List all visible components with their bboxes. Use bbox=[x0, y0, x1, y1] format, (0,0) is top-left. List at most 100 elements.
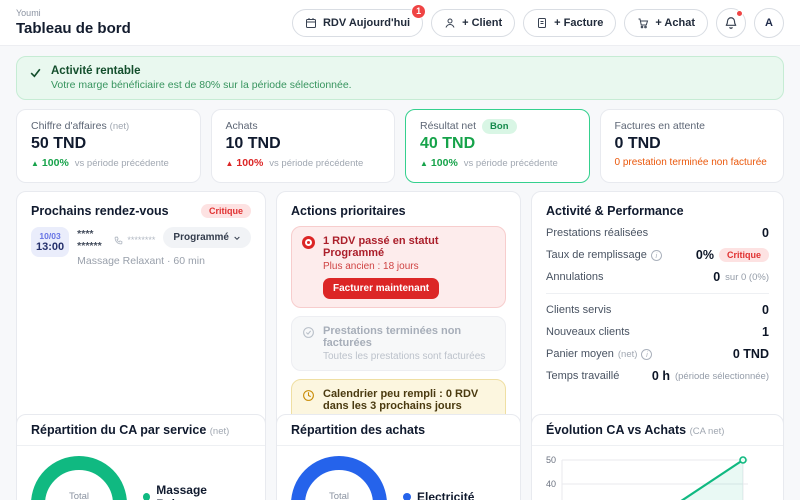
header-actions: RDV Aujourd'hui 1 + Client + Facture + A… bbox=[291, 3, 784, 38]
profit-banner-text: Activité rentable Votre marge bénéficiai… bbox=[51, 65, 352, 91]
appointment-details: Massage Relaxant · 60 min bbox=[77, 255, 205, 267]
kpi-value: 0 TND bbox=[614, 135, 661, 152]
kpi-label: Chiffre d'affaires (net) bbox=[31, 120, 130, 132]
rdv-badge: 1 bbox=[411, 3, 427, 19]
activity-row: Nouveaux clients 1 bbox=[546, 325, 769, 339]
alert-done: Prestations terminées non facturées Tout… bbox=[291, 316, 506, 371]
person-icon bbox=[444, 17, 456, 29]
revenue-legend: Massage Relaxant 90.9% – 45 TND bbox=[143, 483, 251, 500]
activity-row: Clients servis 0 bbox=[546, 303, 769, 317]
header: Youmi Tableau de bord RDV Aujourd'hui 1 … bbox=[0, 0, 800, 46]
appointment-phone-masked: ******** bbox=[127, 235, 156, 245]
kpi-label: Factures en attente bbox=[614, 120, 705, 132]
add-invoice-label: + Facture bbox=[554, 16, 604, 29]
evolution-chart-title: Évolution CA vs Achats (CA net) bbox=[532, 415, 783, 446]
revenue-breakdown-title: Répartition du CA par service (net) bbox=[17, 415, 265, 446]
priority-actions-title: Actions prioritaires bbox=[291, 204, 406, 218]
donut-total-label: Total bbox=[68, 491, 90, 500]
donut-total-label: Total bbox=[328, 491, 350, 500]
kpi-card-purchases: Achats 10 TND 100% vs période précédente bbox=[210, 109, 395, 183]
document-icon bbox=[536, 17, 548, 29]
phone-icon bbox=[114, 236, 123, 245]
calendar-icon bbox=[305, 17, 317, 29]
appointment-status-label: Programmé bbox=[173, 232, 229, 243]
appointment-time: 13:00 bbox=[36, 241, 65, 253]
avatar[interactable]: A bbox=[754, 7, 784, 38]
appointment-client-masked: **** ****** bbox=[77, 228, 102, 252]
check-circle-icon bbox=[302, 326, 315, 339]
activity-row: Temps travaillé 0 h (période sélectionnée… bbox=[546, 369, 769, 383]
legend-dot bbox=[403, 493, 411, 500]
purchases-donut-chart: Total 10 TND bbox=[291, 456, 387, 500]
activity-rows: Prestations réalisées 0 Taux de rempliss… bbox=[546, 222, 769, 387]
appointment-date: 10/03 bbox=[39, 231, 61, 241]
kpi-value: 40 TND bbox=[420, 135, 476, 152]
purchases-breakdown-card: Répartition des achats Total 10 TND Elec… bbox=[276, 414, 521, 500]
kpi-delta-note: vs période précédente bbox=[269, 157, 364, 169]
alert-critical: 1 RDV passé en statut Programmé Plus anc… bbox=[291, 226, 506, 308]
kpi-card-net-result: Résultat netBon 40 TND 100% vs période p… bbox=[405, 109, 590, 183]
kpi-label: Achats bbox=[225, 120, 258, 132]
page-title: Tableau de bord bbox=[16, 20, 131, 37]
appointment-item[interactable]: 10/03 13:00 **** ****** ******** Massage… bbox=[31, 227, 251, 267]
appointment-info: **** ****** ******** Massage Relaxant · … bbox=[77, 227, 205, 267]
add-client-button[interactable]: + Client bbox=[431, 8, 516, 37]
triangle-up-icon bbox=[226, 157, 234, 169]
alert-title: Prestations terminées non facturées bbox=[323, 325, 462, 349]
cart-icon bbox=[637, 17, 649, 29]
appointments-title: Prochains rendez-vous bbox=[31, 204, 169, 218]
avatar-initial: A bbox=[765, 16, 773, 29]
middle-row: Prochains rendez-vous Critique 10/03 13:… bbox=[16, 191, 784, 500]
alert-title: Calendrier peu rempli : 0 RDV dans les 3… bbox=[323, 388, 479, 412]
kpi-note-orange: 0 prestation terminée non facturée bbox=[614, 157, 767, 168]
purchases-legend: Electricité 100% – 10 TND bbox=[403, 490, 492, 500]
appointment-status-dropdown[interactable]: Programmé bbox=[163, 227, 251, 248]
info-icon[interactable] bbox=[650, 249, 662, 261]
chevron-down-icon bbox=[233, 234, 241, 242]
status-badge-bon: Bon bbox=[482, 119, 517, 134]
appointment-datebox: 10/03 13:00 bbox=[31, 227, 70, 257]
dashboard-main: Activité rentable Votre marge bénéficiai… bbox=[0, 46, 800, 500]
bottom-row: Répartition du CA par service (net) Tota… bbox=[16, 414, 784, 500]
notification-dot bbox=[736, 9, 743, 17]
info-icon[interactable] bbox=[641, 348, 653, 360]
activity-row: Prestations réalisées 0 bbox=[546, 226, 769, 240]
critical-badge: Critique bbox=[718, 248, 769, 262]
kpi-value: 10 TND bbox=[225, 135, 281, 152]
record-icon bbox=[302, 236, 315, 249]
kpi-delta: 100% bbox=[420, 157, 458, 169]
banner-title: Activité rentable bbox=[51, 65, 141, 77]
kpi-delta: 100% bbox=[226, 157, 263, 169]
profit-banner: Activité rentable Votre marge bénéficiai… bbox=[16, 56, 784, 100]
legend-dot bbox=[143, 493, 151, 500]
evolution-chart-card: Évolution CA vs Achats (CA net) 50 40 30 bbox=[531, 414, 784, 500]
divider bbox=[546, 293, 769, 294]
purchases-breakdown-title: Répartition des achats bbox=[277, 415, 520, 446]
alert-subtitle: Plus ancien : 18 jours bbox=[323, 261, 419, 272]
kpi-label: Résultat net Bon bbox=[420, 119, 575, 134]
kpi-card-revenue: Chiffre d'affaires (net) 50 TND 100% vs … bbox=[16, 109, 201, 183]
add-invoice-button[interactable]: + Facture bbox=[523, 8, 617, 37]
invoice-now-button[interactable]: Facturer maintenant bbox=[323, 278, 440, 299]
bell-icon bbox=[724, 16, 738, 30]
kpi-delta-note: vs période précédente bbox=[463, 157, 558, 169]
notifications-button[interactable] bbox=[716, 7, 746, 38]
svg-text:50: 50 bbox=[546, 455, 556, 465]
alert-subtitle: Toutes les prestations sont facturées bbox=[323, 351, 486, 362]
rdv-today-button[interactable]: RDV Aujourd'hui 1 bbox=[291, 3, 427, 37]
line-chart: 50 40 30 bbox=[532, 446, 783, 500]
app-name: Youmi bbox=[16, 8, 41, 18]
rdv-today-label: RDV Aujourd'hui bbox=[322, 16, 411, 29]
add-client-label: + Client bbox=[462, 16, 503, 29]
activity-title: Activité & Performance bbox=[546, 204, 684, 218]
triangle-up-icon bbox=[420, 157, 428, 169]
header-titles: Youmi Tableau de bord bbox=[16, 8, 131, 37]
activity-row: Panier moyen (net) 0 TND bbox=[546, 343, 769, 365]
alert-title: 1 RDV passé en statut Programmé bbox=[323, 235, 439, 259]
check-icon bbox=[29, 66, 42, 91]
add-purchase-button[interactable]: + Achat bbox=[624, 8, 708, 37]
critical-badge: Critique bbox=[200, 204, 251, 218]
svg-text:40: 40 bbox=[546, 479, 556, 489]
activity-row: Taux de remplissage 0%Critique bbox=[546, 244, 769, 266]
kpi-card-pending-invoices: Factures en attente 0 TND 0 prestation t… bbox=[599, 109, 784, 183]
